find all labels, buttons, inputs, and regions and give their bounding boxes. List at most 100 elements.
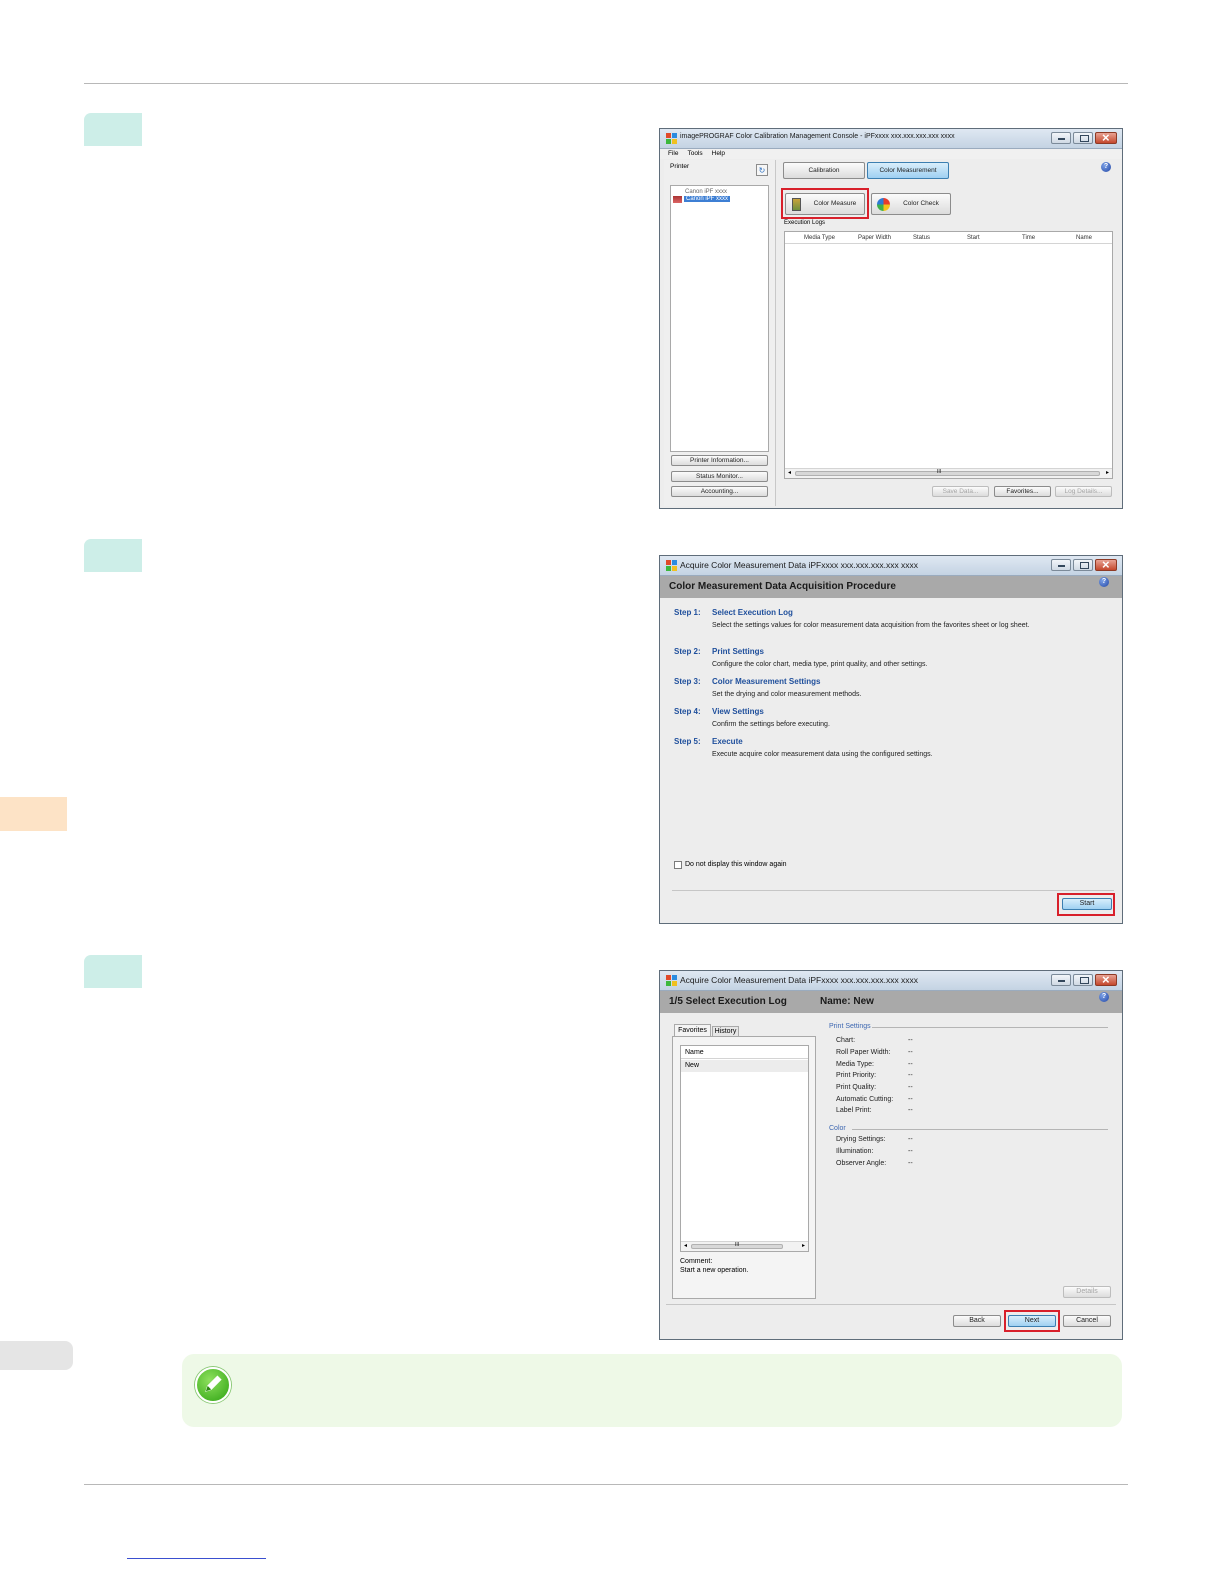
- help-icon[interactable]: ?: [1099, 992, 1109, 1002]
- printer-panel: Printer ↻ Canon iPF xxxx Canon iPF xxxx …: [664, 160, 776, 506]
- app-icon: [666, 133, 677, 144]
- step-3-number: Step 3:: [674, 677, 701, 686]
- details-button[interactable]: Details: [1063, 1286, 1111, 1298]
- close-button[interactable]: [1095, 557, 1117, 572]
- favorites-button[interactable]: Favorites...: [994, 486, 1051, 497]
- step-4-description: Confirm the settings before executing.: [712, 721, 830, 728]
- calibration-console-window: imagePROGRAF Color Calibration Managemen…: [659, 128, 1123, 509]
- col-time[interactable]: Time: [1022, 232, 1035, 244]
- list-item-new[interactable]: New: [681, 1060, 808, 1072]
- divider: [666, 1304, 1116, 1305]
- footer-rule: [84, 1484, 1128, 1485]
- tab-color-measurement[interactable]: Color Measurement: [867, 162, 949, 179]
- step-marker-1: [84, 113, 142, 146]
- menu-help[interactable]: Help: [712, 149, 725, 159]
- print-settings-section: Print Settings: [829, 1023, 871, 1030]
- step-3-description: Set the drying and color measurement met…: [712, 691, 862, 698]
- close-button[interactable]: [1095, 972, 1117, 987]
- minimize-button[interactable]: [1051, 974, 1071, 986]
- step-5-number: Step 5:: [674, 737, 701, 746]
- log-details-button[interactable]: Log Details...: [1055, 486, 1112, 497]
- maximize-button[interactable]: [1073, 132, 1093, 144]
- step-1-title: Select Execution Log: [712, 608, 793, 617]
- scroll-right-icon[interactable]: ▸: [1106, 469, 1109, 476]
- scroll-thumb[interactable]: [795, 471, 1100, 476]
- execution-log-table[interactable]: Media Type Paper Width Status Start Time…: [784, 231, 1113, 479]
- printer-item[interactable]: Canon iPF xxxx: [685, 189, 727, 195]
- scroll-left-icon[interactable]: ◂: [684, 1242, 687, 1249]
- menu-file[interactable]: File: [668, 149, 678, 159]
- save-data-button[interactable]: Save Data...: [932, 486, 989, 497]
- tab-calibration[interactable]: Calibration: [783, 162, 865, 179]
- col-status[interactable]: Status: [913, 232, 930, 244]
- col-name[interactable]: Name: [1076, 232, 1092, 244]
- color-check-icon: [877, 198, 890, 211]
- pencil-icon: [205, 1375, 222, 1392]
- divider: [672, 890, 1114, 891]
- step-2-title: Print Settings: [712, 647, 765, 656]
- window-titlebar: Acquire Color Measurement Data iPFxxxx x…: [660, 556, 1122, 576]
- menu-tools[interactable]: Tools: [687, 149, 702, 159]
- cancel-button[interactable]: Cancel: [1063, 1315, 1111, 1327]
- maximize-button[interactable]: [1073, 559, 1093, 571]
- help-icon[interactable]: ?: [1101, 162, 1111, 172]
- step-marker-2: [84, 539, 142, 572]
- step-1-description: Select the settings values for color mea…: [712, 622, 1030, 629]
- highlight-next: [1004, 1310, 1060, 1332]
- printer-tree: Canon iPF xxxx Canon iPF xxxx: [670, 185, 769, 452]
- scroll-left-icon[interactable]: ◂: [788, 469, 791, 476]
- printer-item-selected[interactable]: Canon iPF xxxx: [684, 196, 731, 202]
- window-title: Acquire Color Measurement Data iPFxxxx x…: [680, 975, 919, 985]
- color-check-button[interactable]: Color Check: [871, 193, 951, 215]
- maximize-button[interactable]: [1073, 974, 1093, 986]
- do-not-display-label: Do not display this window again: [685, 861, 787, 868]
- select-execution-log-window: Acquire Color Measurement Data iPFxxxx x…: [659, 970, 1123, 1340]
- chapter-side-tab: [0, 797, 67, 831]
- setting-print-quality-label: Print Quality:: [836, 1084, 877, 1091]
- setting-automatic-cutting-value: --: [908, 1096, 913, 1103]
- print-settings-rule: [872, 1027, 1108, 1028]
- highlight-start: [1057, 893, 1115, 916]
- tab-favorites[interactable]: Favorites: [674, 1024, 711, 1036]
- back-button[interactable]: Back: [953, 1315, 1001, 1327]
- close-button[interactable]: [1095, 130, 1117, 145]
- color-check-label: Color Check: [903, 200, 939, 207]
- printer-label: Printer: [670, 163, 690, 170]
- col-start[interactable]: Start: [967, 232, 980, 244]
- col-paper-width[interactable]: Paper Width: [858, 232, 891, 244]
- step-2-description: Configure the color chart, media type, p…: [712, 661, 928, 668]
- refresh-icon[interactable]: ↻: [756, 164, 768, 176]
- setting-print-priority-label: Print Priority:: [836, 1072, 877, 1079]
- list-header-name[interactable]: Name: [681, 1046, 808, 1059]
- do-not-display-checkbox[interactable]: [674, 861, 682, 869]
- setting-label-print-label: Label Print:: [836, 1107, 872, 1114]
- favorites-list[interactable]: Name New ◂ III ▸: [680, 1045, 809, 1252]
- setting-chart-label: Chart:: [836, 1037, 856, 1044]
- minimize-button[interactable]: [1051, 559, 1071, 571]
- step-4-title: View Settings: [712, 707, 764, 716]
- horizontal-scrollbar[interactable]: ◂ III ▸: [681, 1241, 808, 1251]
- setting-print-quality-value: --: [908, 1084, 913, 1091]
- minimize-button[interactable]: [1051, 132, 1071, 144]
- note-pencil-icon: [195, 1367, 231, 1403]
- step-2-number: Step 2:: [674, 647, 701, 656]
- color-section: Color: [829, 1125, 846, 1132]
- procedure-heading: Color Measurement Data Acquisition Proce…: [660, 576, 1122, 598]
- accounting-button[interactable]: Accounting...: [671, 486, 768, 497]
- window-titlebar: Acquire Color Measurement Data iPFxxxx x…: [660, 971, 1122, 991]
- help-icon[interactable]: ?: [1099, 577, 1109, 587]
- step-1-number: Step 1:: [674, 608, 701, 617]
- window-title: imagePROGRAF Color Calibration Managemen…: [680, 133, 955, 140]
- horizontal-scrollbar[interactable]: ◂ III ▸: [785, 468, 1112, 478]
- setting-print-priority-value: --: [908, 1072, 913, 1079]
- setting-roll-paper-width-value: --: [908, 1049, 913, 1056]
- col-media-type[interactable]: Media Type: [804, 232, 835, 244]
- step-heading-name: Name: New: [820, 996, 874, 1007]
- scroll-grip: III: [937, 469, 942, 475]
- tab-history[interactable]: History: [712, 1026, 739, 1036]
- printer-information-button[interactable]: Printer Information...: [671, 455, 768, 466]
- scroll-right-icon[interactable]: ▸: [802, 1242, 805, 1249]
- footer-link-underline: [127, 1558, 266, 1559]
- setting-chart-value: --: [908, 1037, 913, 1044]
- status-monitor-button[interactable]: Status Monitor...: [671, 471, 768, 482]
